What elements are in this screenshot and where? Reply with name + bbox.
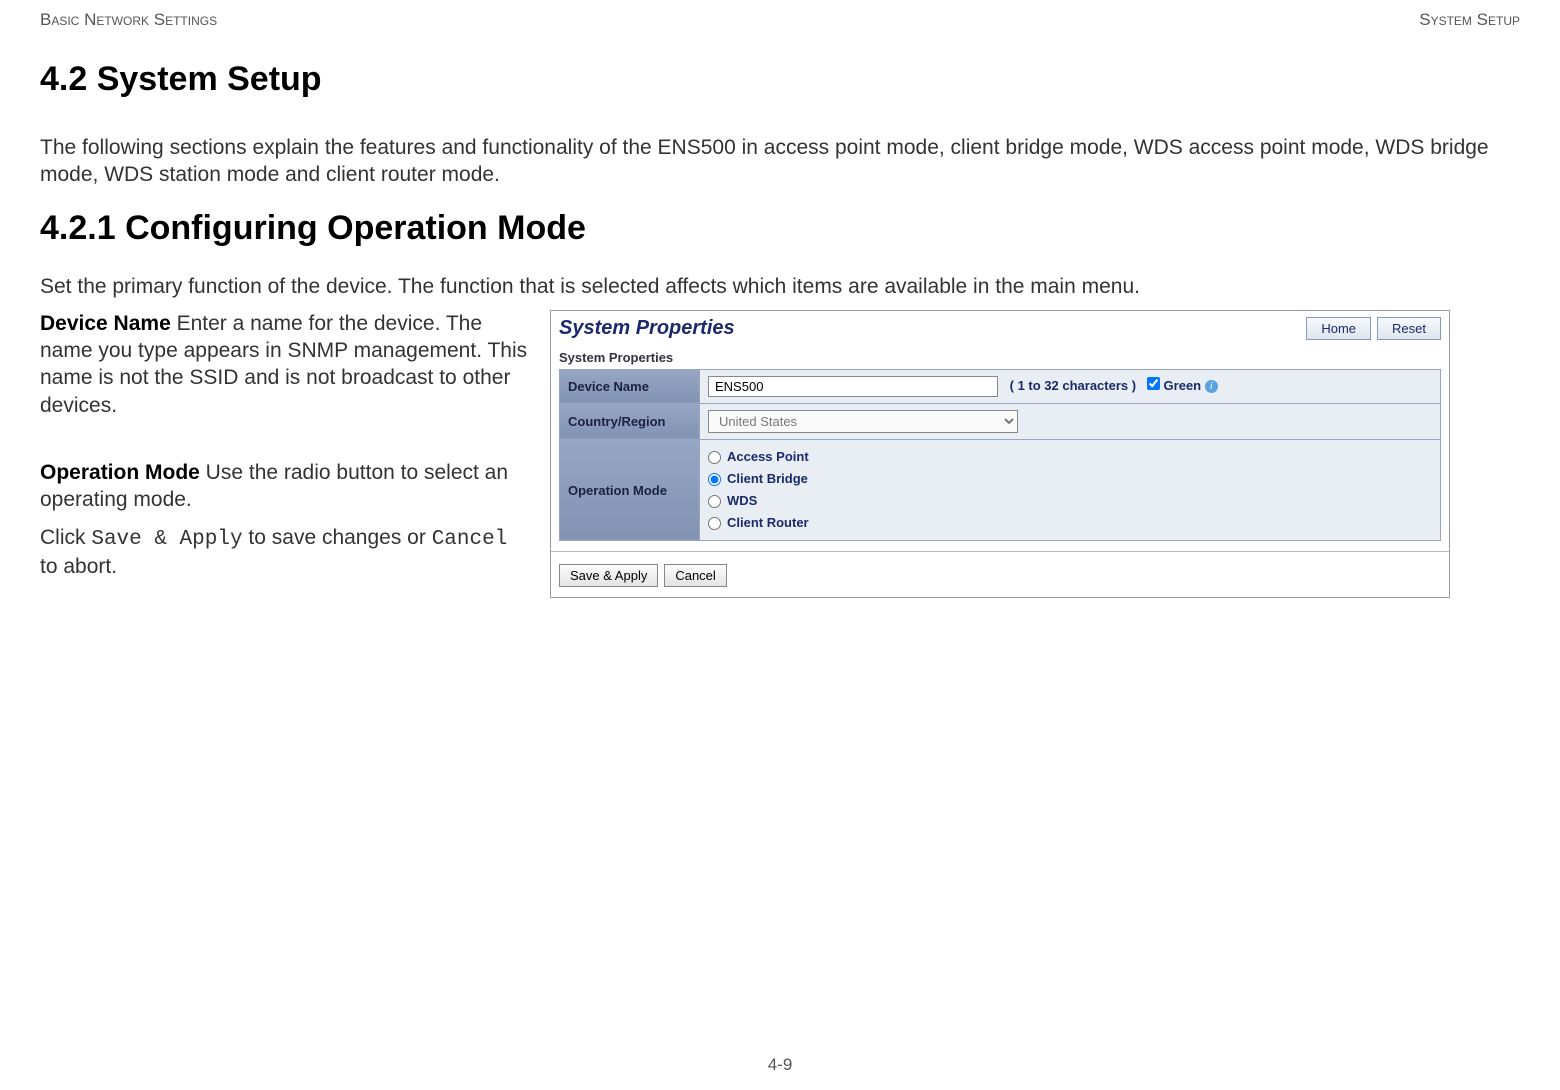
operation-mode-desc: Operation Mode Use the radio button to s… xyxy=(40,459,530,514)
device-name-term: Device Name xyxy=(40,312,171,335)
op-wds[interactable]: WDS xyxy=(708,490,1432,512)
device-name-row-field: ( 1 to 32 characters ) Green i xyxy=(700,369,1441,403)
section-intro: The following sections explain the featu… xyxy=(40,134,1520,189)
cancel-literal: Cancel xyxy=(432,528,508,551)
panel-divider xyxy=(551,551,1449,552)
op-client-router-radio[interactable] xyxy=(708,517,721,530)
panel-subheading: System Properties xyxy=(551,350,1449,369)
description-column: Device Name Enter a name for the device.… xyxy=(40,310,530,620)
screenshot-column: System Properties Home Reset System Prop… xyxy=(550,310,1520,620)
device-name-hint: ( 1 to 32 characters ) xyxy=(1010,378,1136,393)
cancel-button[interactable]: Cancel xyxy=(664,564,726,587)
op-client-bridge[interactable]: Client Bridge xyxy=(708,468,1432,490)
panel-header-buttons: Home Reset xyxy=(1306,317,1441,340)
save-instruction: Click Save & Apply to save changes or Ca… xyxy=(40,524,530,581)
country-row: Country/Region United States xyxy=(560,403,1441,439)
device-name-row-label: Device Name xyxy=(560,369,700,403)
header-left: Basic Network Settings xyxy=(40,10,217,30)
subsection-heading: 4.2.1 Configuring Operation Mode xyxy=(40,209,1520,248)
reset-button[interactable]: Reset xyxy=(1377,317,1441,340)
device-name-row: Device Name ( 1 to 32 characters ) Green… xyxy=(560,369,1441,403)
op-wds-radio[interactable] xyxy=(708,495,721,508)
green-checkbox[interactable] xyxy=(1147,377,1160,390)
operation-mode-term: Operation Mode xyxy=(40,461,200,484)
operation-mode-row: Operation Mode Access Point Client Bridg… xyxy=(560,439,1441,540)
home-button[interactable]: Home xyxy=(1306,317,1371,340)
header-right: System Setup xyxy=(1419,10,1520,30)
operation-mode-row-label: Operation Mode xyxy=(560,439,700,540)
operation-mode-row-field: Access Point Client Bridge WDS Client Ro… xyxy=(700,439,1441,540)
green-label: Green xyxy=(1164,378,1202,393)
op-client-router[interactable]: Client Router xyxy=(708,512,1432,534)
panel-title: System Properties xyxy=(559,317,735,340)
info-icon[interactable]: i xyxy=(1205,380,1218,393)
section-heading: 4.2 System Setup xyxy=(40,60,1520,99)
op-access-point[interactable]: Access Point xyxy=(708,446,1432,468)
country-select[interactable]: United States xyxy=(708,410,1018,433)
content-row: Device Name Enter a name for the device.… xyxy=(40,310,1520,620)
page-header: Basic Network Settings System Setup xyxy=(40,10,1520,30)
country-row-field: United States xyxy=(700,403,1441,439)
op-client-bridge-radio[interactable] xyxy=(708,473,721,486)
subsection-intro: Set the primary function of the device. … xyxy=(40,273,1520,300)
device-name-desc: Device Name Enter a name for the device.… xyxy=(40,310,530,419)
save-apply-button[interactable]: Save & Apply xyxy=(559,564,658,587)
properties-table: Device Name ( 1 to 32 characters ) Green… xyxy=(559,369,1441,541)
operation-mode-options: Access Point Client Bridge WDS Client Ro… xyxy=(708,446,1432,534)
panel-header: System Properties Home Reset xyxy=(551,311,1449,350)
system-properties-panel: System Properties Home Reset System Prop… xyxy=(550,310,1450,598)
country-row-label: Country/Region xyxy=(560,403,700,439)
op-access-point-radio[interactable] xyxy=(708,451,721,464)
panel-footer: Save & Apply Cancel xyxy=(551,558,1449,597)
device-name-input[interactable] xyxy=(708,376,998,397)
save-apply-literal: Save & Apply xyxy=(91,528,242,551)
page-number: 4-9 xyxy=(0,1055,1560,1075)
